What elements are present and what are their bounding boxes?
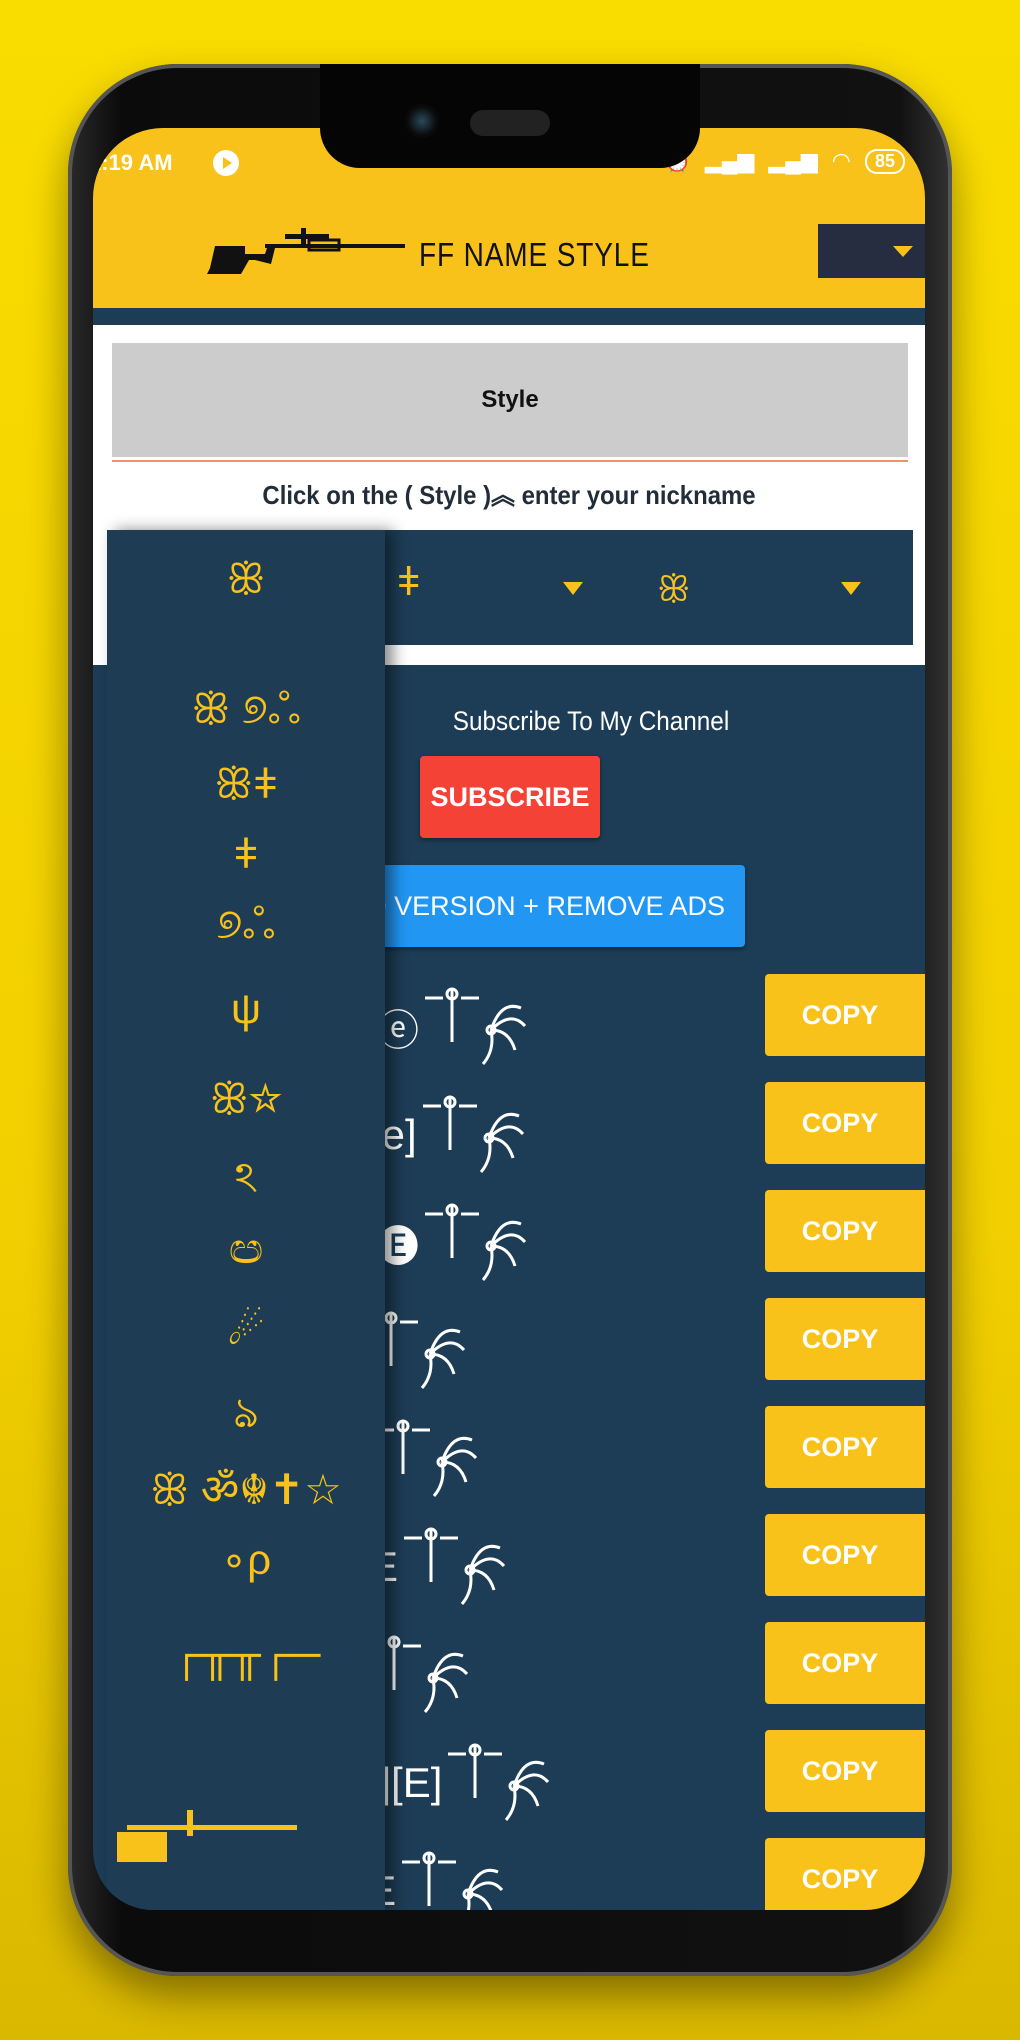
phone-notch xyxy=(320,64,700,168)
style-button[interactable]: Style xyxy=(112,343,908,457)
rifle-decoration xyxy=(117,1832,167,1862)
right-symbol-spinner[interactable]: ꕥ xyxy=(657,568,690,611)
instruction-text: Click on the ( Style )︽ enter your nickn… xyxy=(262,480,756,510)
ornament-icon xyxy=(425,987,527,1065)
rifle-decoration xyxy=(187,1810,193,1836)
ornament-icon xyxy=(425,1203,527,1281)
app-header: FF NAME STYLE xyxy=(93,198,925,308)
symbol-drawer: ꕥ ꕥ ୭ஃ ꕥǂ ǂ ୭ஃ ψ ꕥ☆ ঽ ඏ ☄ ঌ ꕥ ॐ☬✝☆ ∘ρ ┌╥╥┌─ xyxy=(107,530,385,1910)
caret-down-icon[interactable] xyxy=(563,582,583,595)
drawer-symbol-item[interactable]: ǂ xyxy=(107,830,385,878)
ornament-icon xyxy=(448,1743,550,1821)
copy-button[interactable]: COPY xyxy=(765,1298,925,1380)
copy-button[interactable]: COPY xyxy=(765,974,925,1056)
drawer-symbol-item[interactable]: ꕥ ॐ☬✝☆ xyxy=(107,1460,385,1517)
status-time: 2:19 AM xyxy=(93,150,173,175)
ornament-icon xyxy=(422,1095,524,1173)
drawer-symbol-item[interactable]: ঽ xyxy=(107,1145,385,1216)
camera-icon xyxy=(405,104,439,138)
copy-button[interactable]: COPY xyxy=(765,1406,925,1488)
drawer-symbol-item[interactable]: ☄ xyxy=(107,1305,385,1354)
caret-down-icon[interactable] xyxy=(841,582,861,595)
ornament-icon xyxy=(402,1851,504,1910)
signal-icon-2: ▂▄▆ xyxy=(768,148,818,173)
left-symbol-spinner[interactable]: ǂ xyxy=(397,560,420,605)
battery-icon: 85 xyxy=(864,148,905,174)
speaker-grille xyxy=(470,110,550,136)
subscribe-button[interactable]: SUBSCRIBE xyxy=(420,756,600,838)
copy-button[interactable]: COPY xyxy=(765,1730,925,1812)
overflow-menu-button[interactable] xyxy=(818,224,925,278)
drawer-symbol-item[interactable]: ∘ρ xyxy=(107,1535,385,1584)
ornament-icon xyxy=(376,1419,478,1497)
wifi-icon: ◠ xyxy=(831,148,851,173)
copy-button[interactable]: COPY xyxy=(765,1514,925,1596)
drawer-symbol-item[interactable]: ψ xyxy=(107,985,385,1033)
rifle-logo-icon xyxy=(207,228,405,274)
drawer-symbol-item[interactable]: ꕥǂ xyxy=(107,760,385,809)
divider-line xyxy=(112,460,908,462)
drawer-symbol-item[interactable]: ୭ஃ xyxy=(107,900,385,954)
app-screen: 2:19 AM ⏰ ▂▄▆ ▂▄▆ ◠ 85 FF NAME STYLE Sty… xyxy=(93,128,925,1910)
app-title: FF NAME STYLE xyxy=(419,236,650,273)
drawer-symbol-item[interactable]: ঌ xyxy=(107,1380,385,1451)
drawer-symbol-item[interactable]: ꕥ☆ xyxy=(107,1075,385,1124)
copy-button[interactable]: COPY xyxy=(765,1622,925,1704)
drawer-symbol-item[interactable]: ꕥ ୭ஃ xyxy=(107,685,385,739)
drawer-symbol-item[interactable]: ┌╥╥┌─ xyxy=(107,1630,385,1678)
copy-button[interactable]: COPY xyxy=(765,1838,925,1910)
signal-icon: ▂▄▆ xyxy=(704,148,755,173)
copy-button[interactable]: COPY xyxy=(765,1190,925,1272)
play-icon xyxy=(213,150,239,176)
rifle-decoration xyxy=(127,1825,297,1830)
subscribe-text: Subscribe To My Channel xyxy=(452,706,730,736)
header-divider xyxy=(93,308,925,325)
copy-button[interactable]: COPY xyxy=(765,1082,925,1164)
drawer-symbol-item[interactable]: ඏ xyxy=(107,1225,385,1274)
ornament-icon xyxy=(404,1527,506,1605)
drawer-symbol-item[interactable]: ꕥ xyxy=(107,555,385,604)
